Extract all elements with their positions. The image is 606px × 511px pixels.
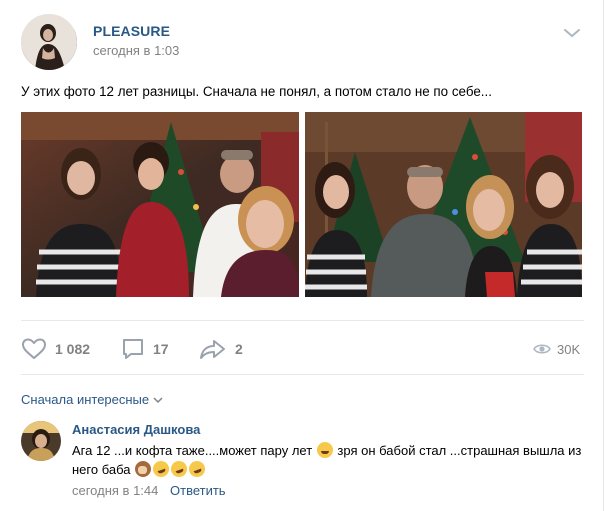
comment-text-part1: Ага 12 ...и кофта таже....может пару лет — [72, 443, 313, 458]
thinking-emoji — [316, 442, 333, 458]
chevron-down-icon[interactable] — [562, 26, 582, 40]
post-photo-right[interactable] — [305, 112, 582, 297]
eye-icon — [533, 344, 551, 354]
author-avatar[interactable] — [21, 14, 77, 70]
comment-button[interactable]: 17 — [121, 336, 169, 362]
post-card: PLEASURE сегодня в 1:03 У этих фото 12 л… — [0, 0, 604, 511]
post-author[interactable]: PLEASURE — [93, 23, 170, 39]
comment-text: Ага 12 ...и кофта таже....может пару лет… — [72, 441, 584, 480]
share-button[interactable]: 2 — [199, 336, 243, 362]
views-counter: 30K — [533, 336, 580, 362]
rofl-emoji — [168, 458, 190, 480]
post-photo-left[interactable] — [21, 112, 299, 297]
comments-sort-label: Сначала интересные — [21, 392, 150, 407]
actions-divider-bottom — [21, 374, 584, 375]
rofl-emoji — [186, 458, 208, 480]
actions-divider-top — [21, 320, 584, 321]
reply-link[interactable]: Ответить — [170, 483, 226, 498]
post-text: У этих фото 12 лет разницы. Сначала не п… — [21, 84, 492, 99]
comment-meta: сегодня в 1:44 Ответить — [72, 483, 226, 498]
see-no-evil-emoji — [135, 461, 152, 477]
like-count: 1 082 — [55, 341, 91, 357]
comment-time[interactable]: сегодня в 1:44 — [72, 483, 158, 498]
comments-sort-dropdown[interactable]: Сначала интересные — [21, 392, 163, 407]
comment-count: 17 — [153, 341, 169, 357]
rofl-emoji — [150, 458, 172, 480]
share-count: 2 — [235, 341, 243, 357]
commenter-avatar[interactable] — [21, 421, 61, 461]
share-icon — [200, 340, 225, 359]
comment-author[interactable]: Анастасия Дашкова — [72, 422, 200, 437]
comment-icon — [123, 339, 143, 359]
views-count: 30K — [557, 341, 581, 357]
like-button[interactable]: 1 082 — [21, 336, 90, 362]
post-time[interactable]: сегодня в 1:03 — [93, 43, 179, 58]
chevron-down-icon — [153, 396, 163, 403]
heart-icon — [22, 338, 46, 359]
